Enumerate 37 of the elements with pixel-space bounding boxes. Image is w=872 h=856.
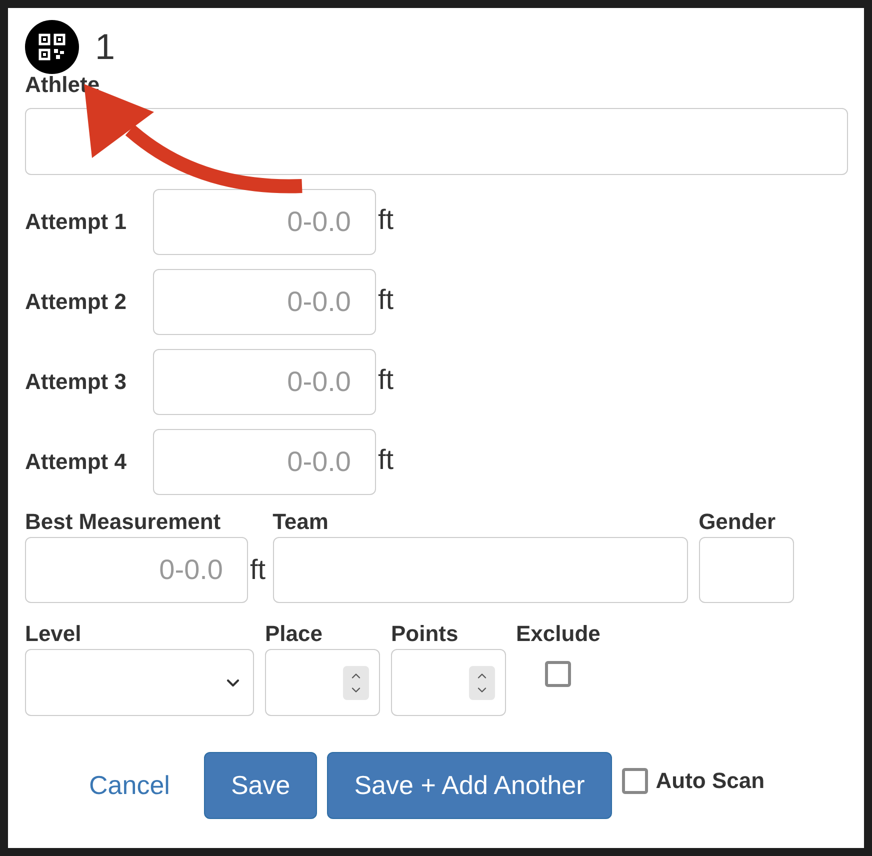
attempt-field[interactable]: 0-0.0: [153, 349, 376, 415]
save-button[interactable]: Save: [204, 752, 318, 819]
place-label: Place: [265, 620, 324, 648]
team-label: Team: [272, 508, 330, 536]
unit-label: ft: [378, 283, 394, 317]
unit-label: ft: [378, 203, 394, 237]
attempt-label: Attempt 4: [25, 451, 128, 473]
spinner-arrows-icon[interactable]: [469, 666, 495, 700]
exclude-checkbox[interactable]: [545, 661, 572, 687]
attempt-label: Attempt 1: [25, 211, 128, 233]
attempt-field[interactable]: 0-0.0: [153, 269, 376, 335]
save-button[interactable]: Save + Add Another: [327, 752, 612, 819]
gender-label: Gender: [698, 508, 777, 536]
qr-code-icon[interactable]: [25, 20, 79, 74]
team-field[interactable]: [272, 537, 688, 603]
exclude-label: Exclude: [516, 620, 600, 648]
auto-scan-label: Auto Scan: [656, 770, 765, 792]
best-measurement-label: Best Measurement: [25, 508, 222, 536]
unit-label: ft: [250, 553, 266, 587]
unit-label: ft: [378, 443, 394, 477]
attempt-field[interactable]: 0-0.0: [153, 429, 376, 495]
level-label: Level: [25, 620, 82, 648]
place-field[interactable]: [265, 649, 380, 716]
attempt-label: Attempt 2: [25, 291, 128, 313]
level-select[interactable]: [25, 649, 254, 716]
spinner-arrows-icon[interactable]: [343, 666, 369, 700]
entry-number: 1: [95, 29, 116, 65]
auto-scan-checkbox[interactable]: [622, 768, 648, 794]
attempt-field[interactable]: 0-0.0: [153, 189, 376, 255]
unit-label: ft: [378, 363, 394, 397]
points-field[interactable]: [391, 649, 506, 716]
attempt-label: Attempt 3: [25, 371, 128, 393]
gender-field[interactable]: [698, 537, 794, 603]
athlete-field[interactable]: [25, 108, 848, 175]
best-measurement-field[interactable]: 0-0.0: [25, 537, 248, 603]
cancel-link[interactable]: Cancel: [89, 766, 170, 805]
points-label: Points: [391, 620, 460, 648]
